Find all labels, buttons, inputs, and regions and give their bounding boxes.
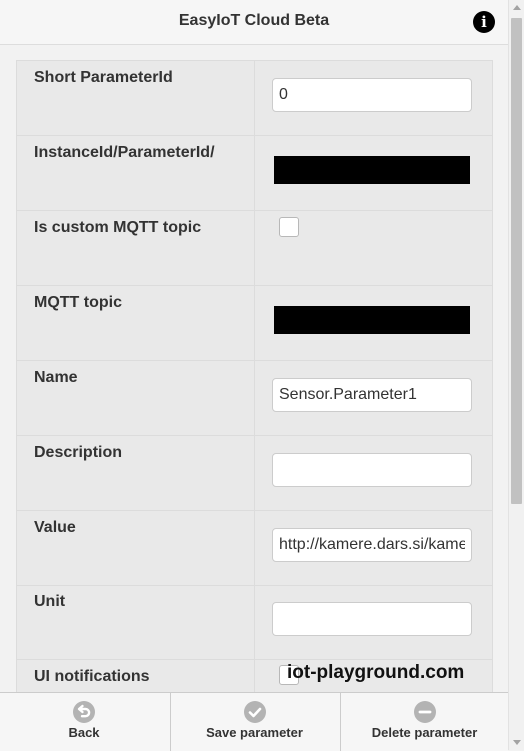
parameter-form: Short ParameterId InstanceId/ParameterId…	[16, 60, 493, 702]
instanceid-label: InstanceId/ParameterId/	[34, 144, 215, 161]
field-row-description: Description	[17, 436, 492, 511]
column-divider	[254, 511, 255, 585]
back-arrow-icon	[73, 701, 95, 723]
value-input[interactable]	[272, 528, 472, 562]
delete-parameter-label: Delete parameter	[371, 725, 478, 740]
field-row-name: Name	[17, 361, 492, 436]
column-divider	[254, 286, 255, 360]
app-header: EasyIoT Cloud Beta i	[0, 0, 508, 45]
field-row-custom-mqtt: Is custom MQTT topic	[17, 211, 492, 286]
column-divider	[254, 61, 255, 135]
scrollbar-thumb[interactable]	[511, 18, 522, 504]
short-parameterid-input[interactable]	[272, 78, 472, 112]
save-parameter-button[interactable]: Save parameter	[170, 693, 338, 751]
field-row-instanceid: InstanceId/ParameterId/	[17, 136, 492, 211]
save-parameter-label: Save parameter	[206, 725, 303, 740]
footer-toolbar: Back Save parameter Delete parameter	[0, 692, 508, 751]
instanceid-input-redacted[interactable]	[274, 156, 470, 184]
column-divider	[254, 361, 255, 435]
name-input[interactable]	[272, 378, 472, 412]
back-button[interactable]: Back	[0, 693, 168, 751]
mqtt-topic-label: MQTT topic	[34, 294, 122, 311]
column-divider	[254, 136, 255, 210]
custom-mqtt-topic-checkbox[interactable]	[279, 217, 299, 237]
check-icon	[243, 701, 266, 723]
description-input[interactable]	[272, 453, 472, 487]
unit-label: Unit	[34, 593, 66, 610]
short-parameterid-label: Short ParameterId	[34, 69, 173, 86]
column-divider	[254, 585, 255, 659]
field-row-value: Value	[17, 511, 492, 586]
mqtt-topic-input-redacted[interactable]	[274, 306, 470, 334]
back-button-label: Back	[68, 725, 100, 740]
column-divider	[254, 436, 255, 510]
value-label: Value	[34, 519, 76, 536]
field-row-short-parameterid: Short ParameterId	[17, 61, 492, 136]
ui-notifications-label: UI notifications	[34, 668, 150, 685]
field-row-mqtt-topic: MQTT topic	[17, 286, 492, 361]
minus-icon	[413, 701, 436, 723]
description-label: Description	[34, 444, 123, 461]
info-icon[interactable]: i	[473, 11, 495, 33]
unit-input[interactable]	[272, 602, 472, 636]
app-title: EasyIoT Cloud Beta	[178, 12, 330, 29]
field-row-unit: Unit	[17, 585, 492, 660]
name-label: Name	[34, 369, 78, 386]
column-divider	[254, 211, 255, 285]
scroll-up-arrow-icon[interactable]	[513, 5, 521, 10]
watermark-text: iot-playground.com	[287, 662, 465, 683]
scroll-down-arrow-icon[interactable]	[513, 740, 521, 745]
scrollbar[interactable]	[508, 0, 524, 750]
custom-mqtt-topic-label: Is custom MQTT topic	[34, 219, 202, 236]
delete-parameter-button[interactable]: Delete parameter	[340, 693, 508, 751]
